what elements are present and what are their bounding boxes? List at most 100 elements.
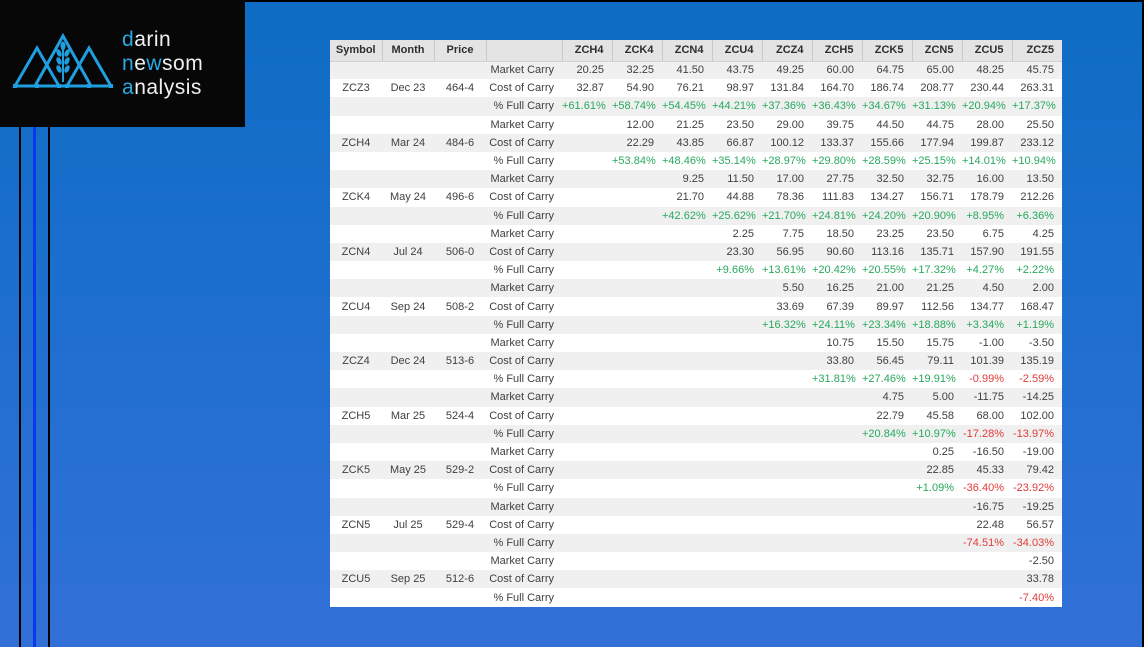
row-label-cell: Market Carry xyxy=(486,552,562,570)
value-cell: -19.00 xyxy=(1012,443,1062,461)
price-cell: 506-0 xyxy=(434,243,486,261)
value-cell: 22.85 xyxy=(912,461,962,479)
value-cell: 164.70 xyxy=(812,79,862,97)
value-cell: +17.37% xyxy=(1012,97,1062,115)
table-row: Market Carry10.7515.5015.75-1.00-3.50 xyxy=(330,334,1062,352)
column-header-contract: ZCN4 xyxy=(662,40,712,61)
value-cell: +16.32% xyxy=(762,316,812,334)
value-cell xyxy=(612,207,662,225)
value-cell xyxy=(712,516,762,534)
value-cell: 135.19 xyxy=(1012,352,1062,370)
value-cell xyxy=(812,407,862,425)
value-cell: 100.12 xyxy=(762,134,812,152)
price-cell xyxy=(434,261,486,279)
table-row: % Full Carry+9.66%+13.61%+20.42%+20.55%+… xyxy=(330,261,1062,279)
column-header-contract: ZCU4 xyxy=(712,40,762,61)
value-cell: 54.90 xyxy=(612,79,662,97)
value-cell xyxy=(562,316,612,334)
value-cell: 76.21 xyxy=(662,79,712,97)
value-cell xyxy=(862,534,912,552)
value-cell: +1.19% xyxy=(1012,316,1062,334)
row-label-cell: % Full Carry xyxy=(486,316,562,334)
value-cell: 21.25 xyxy=(912,279,962,297)
table-row: Market Carry9.2511.5017.0027.7532.5032.7… xyxy=(330,170,1062,188)
symbol-cell: ZCH4 xyxy=(330,134,382,152)
value-cell xyxy=(862,588,912,606)
value-cell: +42.62% xyxy=(662,207,712,225)
value-cell xyxy=(562,116,612,134)
value-cell: +20.84% xyxy=(862,425,912,443)
month-cell xyxy=(382,261,434,279)
value-cell xyxy=(712,479,762,497)
value-cell: 2.25 xyxy=(712,225,762,243)
table-row: % Full Carry+53.84%+48.46%+35.14%+28.97%… xyxy=(330,152,1062,170)
value-cell: 33.78 xyxy=(1012,570,1062,588)
price-cell xyxy=(434,316,486,334)
price-cell: 529-2 xyxy=(434,461,486,479)
value-cell xyxy=(712,498,762,516)
value-cell: 32.25 xyxy=(612,61,662,79)
price-cell: 464-4 xyxy=(434,79,486,97)
value-cell xyxy=(612,443,662,461)
row-label-cell: Market Carry xyxy=(486,116,562,134)
logo-text-segment: a xyxy=(122,76,134,99)
logo-line: analysis xyxy=(122,76,203,100)
row-label-cell: Market Carry xyxy=(486,225,562,243)
value-cell: 44.50 xyxy=(862,116,912,134)
value-cell: 102.00 xyxy=(1012,407,1062,425)
value-cell: 21.25 xyxy=(662,116,712,134)
value-cell: 33.80 xyxy=(812,352,862,370)
logo-text-segment: e xyxy=(134,52,146,75)
left-vertical-line-1 xyxy=(19,127,21,647)
month-cell: May 25 xyxy=(382,461,434,479)
value-cell: 20.25 xyxy=(562,61,612,79)
value-cell: 90.60 xyxy=(812,243,862,261)
symbol-cell xyxy=(330,552,382,570)
row-label-cell: Market Carry xyxy=(486,443,562,461)
value-cell: +8.95% xyxy=(962,207,1012,225)
value-cell xyxy=(662,588,712,606)
symbol-cell xyxy=(330,225,382,243)
value-cell xyxy=(612,370,662,388)
value-cell xyxy=(762,407,812,425)
table-row: ZCN4Jul 24506-0Cost of Carry23.3056.9590… xyxy=(330,243,1062,261)
table-row: % Full Carry-74.51%-34.03% xyxy=(330,534,1062,552)
value-cell xyxy=(562,498,612,516)
value-cell xyxy=(562,407,612,425)
price-cell xyxy=(434,61,486,79)
table-row: Market Carry-2.50 xyxy=(330,552,1062,570)
value-cell: 186.74 xyxy=(862,79,912,97)
price-cell xyxy=(434,334,486,352)
column-header-month: Month xyxy=(382,40,434,61)
row-label-cell: % Full Carry xyxy=(486,152,562,170)
value-cell xyxy=(712,534,762,552)
value-cell xyxy=(712,461,762,479)
value-cell xyxy=(612,316,662,334)
value-cell: 23.30 xyxy=(712,243,762,261)
price-cell: 496-6 xyxy=(434,188,486,206)
value-cell: 22.48 xyxy=(962,516,1012,534)
symbol-cell xyxy=(330,479,382,497)
value-cell: +4.27% xyxy=(962,261,1012,279)
value-cell: 16.00 xyxy=(962,170,1012,188)
symbol-cell xyxy=(330,316,382,334)
value-cell: +44.21% xyxy=(712,97,762,115)
value-cell: +9.66% xyxy=(712,261,762,279)
value-cell: +14.01% xyxy=(962,152,1012,170)
row-label-cell: Cost of Carry xyxy=(486,352,562,370)
month-cell xyxy=(382,97,434,115)
symbol-cell xyxy=(330,261,382,279)
price-cell: 513-6 xyxy=(434,352,486,370)
value-cell xyxy=(662,570,712,588)
row-label-cell: % Full Carry xyxy=(486,207,562,225)
value-cell xyxy=(762,443,812,461)
logo-text-segment: n xyxy=(122,52,134,75)
month-cell xyxy=(382,225,434,243)
month-cell xyxy=(382,588,434,606)
value-cell: 233.12 xyxy=(1012,134,1062,152)
value-cell xyxy=(712,588,762,606)
price-cell xyxy=(434,425,486,443)
value-cell: +48.46% xyxy=(662,152,712,170)
value-cell: 13.50 xyxy=(1012,170,1062,188)
row-label-cell: Market Carry xyxy=(486,334,562,352)
